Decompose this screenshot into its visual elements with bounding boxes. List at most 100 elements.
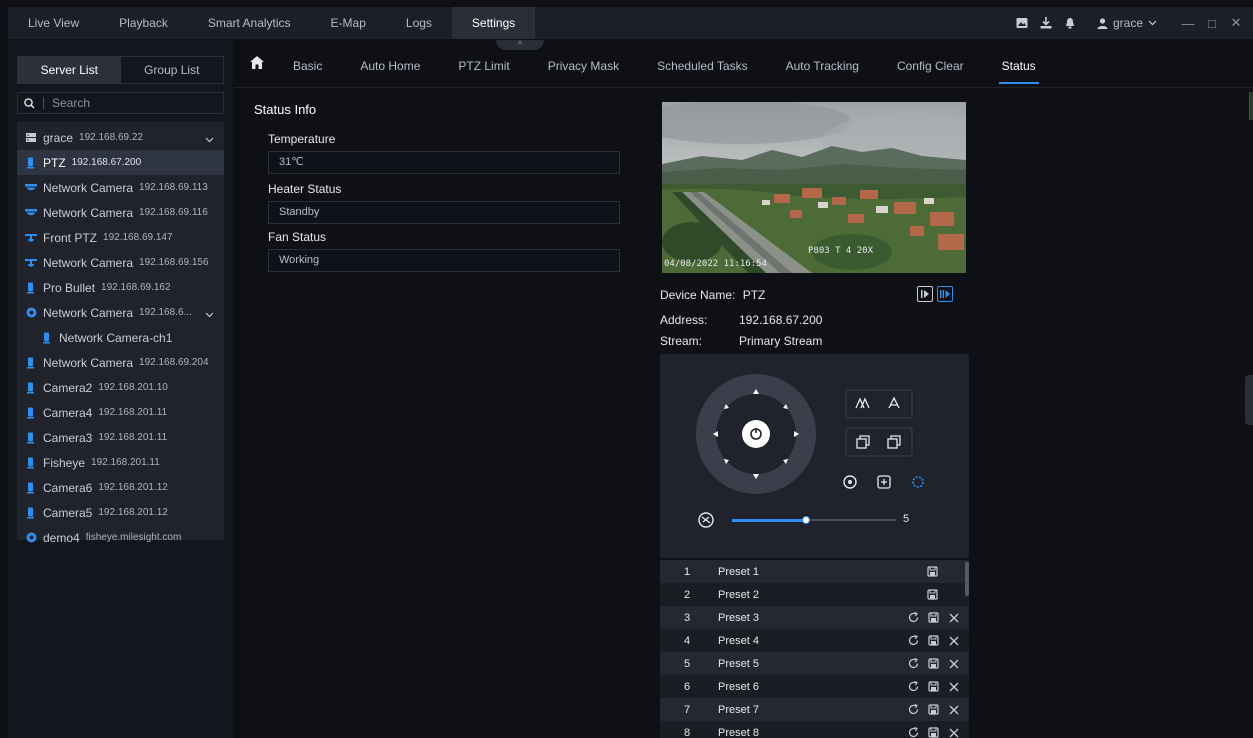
settings-gear-icon[interactable]	[911, 475, 925, 489]
preset-row[interactable]: 1 Preset 1	[660, 560, 969, 583]
tree-device-item[interactable]: Network Camera-ch1	[17, 325, 224, 350]
tab-scheduled-tasks[interactable]: Scheduled Tasks	[638, 40, 767, 88]
side-panel-handle[interactable]	[1245, 375, 1253, 425]
tree-server-item[interactable]: grace 192.168.69.22	[17, 125, 224, 150]
delete-icon[interactable]	[948, 612, 959, 623]
preset-row[interactable]: 3 Preset 3	[660, 606, 969, 629]
tree-device-item[interactable]: Front PTZ 192.168.69.147	[17, 225, 224, 250]
goto-preset-icon[interactable]	[908, 727, 919, 738]
save-icon[interactable]	[928, 681, 939, 692]
goto-preset-icon[interactable]	[908, 681, 919, 692]
tree-device-item[interactable]: Camera2 192.168.201.10	[17, 375, 224, 400]
alarm-bell-icon[interactable]	[1063, 16, 1077, 30]
tab-status[interactable]: Status	[983, 40, 1055, 88]
zoom-in-icon[interactable]	[855, 396, 875, 413]
tree-device-item[interactable]: Network Camera 192.168.69.116	[17, 200, 224, 225]
collapse-topbar-handle[interactable]: ^	[496, 40, 544, 50]
camera-preview[interactable]: P803 T 4 20X 04/08/2022 11:16:54	[662, 102, 966, 273]
preset-row[interactable]: 7 Preset 7	[660, 698, 969, 721]
search-input[interactable]: Search	[17, 92, 224, 114]
delete-icon[interactable]	[948, 704, 959, 715]
save-icon[interactable]	[928, 635, 939, 646]
tree-device-item[interactable]: Camera3 192.168.201.11	[17, 425, 224, 450]
tree-item-ip: 192.168.69.116	[139, 207, 208, 218]
play-icon[interactable]	[917, 286, 933, 302]
tree-device-item[interactable]: Camera4 192.168.201.11	[17, 400, 224, 425]
tree-device-item[interactable]: Fisheye 192.168.201.11	[17, 450, 224, 475]
address-label: Address:	[660, 313, 708, 327]
preset-scrollbar[interactable]	[965, 562, 969, 596]
speed-value: 5	[903, 513, 910, 525]
tree-device-item[interactable]: PTZ 192.168.67.200	[17, 150, 224, 175]
step-play-icon[interactable]	[937, 286, 953, 302]
zoom-out-icon[interactable]	[887, 396, 901, 413]
save-icon[interactable]	[928, 704, 939, 715]
tab-auto-tracking[interactable]: Auto Tracking	[767, 40, 878, 88]
tree-device-item[interactable]: Camera5 192.168.201.12	[17, 500, 224, 525]
delete-icon[interactable]	[948, 727, 959, 738]
target-icon[interactable]	[843, 475, 857, 489]
nav-settings[interactable]: Settings	[451, 7, 536, 39]
nav-logs[interactable]: Logs	[386, 7, 452, 39]
preset-number: 8	[684, 726, 691, 738]
search-separator	[43, 97, 44, 109]
address-value: 192.168.67.200	[739, 313, 823, 327]
tree-device-item[interactable]: demo4 fisheye.milesight.com	[17, 525, 224, 550]
goto-preset-icon[interactable]	[908, 658, 919, 669]
preset-row[interactable]: 5 Preset 5	[660, 652, 969, 675]
save-icon[interactable]	[927, 566, 938, 577]
nav-playback[interactable]: Playback	[99, 7, 188, 39]
download-icon[interactable]	[1039, 16, 1053, 30]
fan-status-field: Fan Status Working	[268, 230, 620, 272]
chevron-down-icon[interactable]	[205, 307, 214, 321]
nvr-icon	[25, 532, 37, 544]
minimize-icon[interactable]: —	[1181, 16, 1195, 31]
preset-row[interactable]: 8 Preset 8	[660, 721, 969, 738]
tree-item-ip: 192.168.69.147	[103, 232, 173, 243]
goto-preset-icon[interactable]	[908, 704, 919, 715]
tab-privacy-mask[interactable]: Privacy Mask	[529, 40, 638, 88]
tab-group-list[interactable]: Group List	[121, 57, 224, 83]
tree-device-item[interactable]: Pro Bullet 192.168.69.162	[17, 275, 224, 300]
tree-device-item[interactable]: Network Camera 192.168.6...	[17, 300, 224, 325]
save-icon[interactable]	[928, 658, 939, 669]
area-zoom-icon[interactable]	[877, 475, 891, 489]
tab-config-clear[interactable]: Config Clear	[878, 40, 983, 88]
speed-slider-handle[interactable]	[801, 516, 810, 524]
heater-status-value: Standby	[268, 201, 620, 224]
nav-e-map[interactable]: E-Map	[311, 7, 386, 39]
preset-row[interactable]: 2 Preset 2	[660, 583, 969, 606]
delete-icon[interactable]	[948, 635, 959, 646]
heater-status-field: Heater Status Standby	[268, 182, 620, 224]
goto-preset-icon[interactable]	[908, 635, 919, 646]
focus-near-icon[interactable]	[856, 435, 870, 452]
tree-device-item[interactable]: Network Camera 192.168.69.156	[17, 250, 224, 275]
maximize-icon[interactable]: □	[1205, 16, 1219, 31]
tree-device-item[interactable]: Network Camera 192.168.69.204	[17, 350, 224, 375]
delete-icon[interactable]	[948, 658, 959, 669]
nav-smart-analytics[interactable]: Smart Analytics	[188, 7, 311, 39]
home-icon[interactable]	[250, 56, 264, 72]
preset-row[interactable]: 4 Preset 4	[660, 629, 969, 652]
chevron-down-icon[interactable]	[205, 132, 214, 146]
save-icon[interactable]	[927, 589, 938, 600]
user-menu[interactable]: grace	[1097, 16, 1157, 30]
power-stop-button[interactable]	[748, 426, 764, 442]
tree-device-item[interactable]: Network Camera 192.168.69.113	[17, 175, 224, 200]
delete-icon[interactable]	[948, 681, 959, 692]
close-icon[interactable]: ✕	[1229, 15, 1243, 31]
tab-server-list[interactable]: Server List	[18, 57, 121, 83]
tree-item-name: demo4	[43, 530, 80, 545]
preset-name: Preset 8	[718, 726, 759, 738]
nav-live-view[interactable]: Live View	[8, 7, 99, 39]
image-icon[interactable]	[1015, 16, 1029, 30]
tab-basic[interactable]: Basic	[274, 40, 341, 88]
focus-far-icon[interactable]	[887, 435, 901, 452]
goto-preset-icon[interactable]	[908, 612, 919, 623]
tab-auto-home[interactable]: Auto Home	[341, 40, 439, 88]
save-icon[interactable]	[928, 612, 939, 623]
save-icon[interactable]	[928, 727, 939, 738]
ptz-speed-slider[interactable]	[732, 516, 896, 524]
tree-device-item[interactable]: Camera6 192.168.201.12	[17, 475, 224, 500]
preset-row[interactable]: 6 Preset 6	[660, 675, 969, 698]
